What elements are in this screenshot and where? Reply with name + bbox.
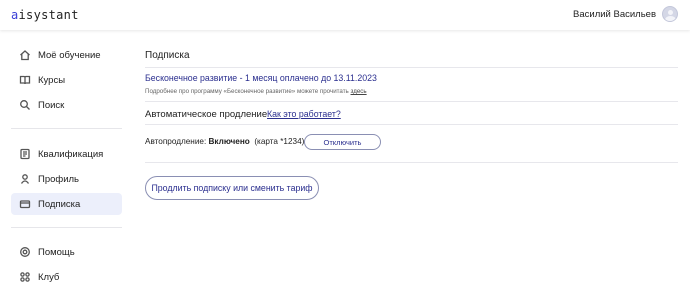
book-icon <box>19 74 31 86</box>
top-bar: aisystant Василий Васильев <box>0 0 690 30</box>
extend-subscription-button[interactable]: Продлить подписку или сменить тариф <box>145 176 319 200</box>
person-icon <box>19 173 31 185</box>
sidebar-divider <box>11 227 122 228</box>
auto-renew-title: Автоматическое продление <box>145 109 268 120</box>
plan-description: Подробнее про программу «Бесконечное раз… <box>145 88 367 95</box>
help-icon <box>19 246 31 258</box>
sidebar-item-help[interactable]: Помощь <box>11 241 122 263</box>
sidebar-item-club[interactable]: Клуб <box>11 266 122 288</box>
search-icon <box>19 99 31 111</box>
divider <box>145 101 678 102</box>
divider <box>145 67 678 68</box>
certificate-icon <box>19 148 31 160</box>
how-it-works-link[interactable]: Как это работает? <box>267 109 341 119</box>
sidebar-item-label: Подписка <box>38 198 81 210</box>
disable-auto-renew-button[interactable]: Отключить <box>304 134 381 150</box>
sidebar-item-subscription[interactable]: Подписка <box>11 193 122 215</box>
user-menu[interactable]: Василий Васильев <box>573 6 678 22</box>
sidebar-item-my-learning[interactable]: Моё обучение <box>11 44 122 66</box>
logo[interactable]: aisystant <box>11 8 79 22</box>
sidebar-item-label: Квалификация <box>38 148 104 160</box>
sidebar-item-label: Профиль <box>38 173 80 185</box>
sidebar-item-label: Поиск <box>38 99 65 111</box>
page-title: Подписка <box>145 50 190 61</box>
plan-details-link[interactable]: здесь <box>351 88 367 95</box>
avatar[interactable] <box>662 6 678 22</box>
sidebar-item-search[interactable]: Поиск <box>11 94 122 116</box>
auto-renew-value: Включено <box>208 137 250 146</box>
user-name: Василий Васильев <box>573 8 656 20</box>
sidebar-item-label: Клуб <box>38 271 60 283</box>
club-icon <box>19 271 31 283</box>
sidebar-item-courses[interactable]: Курсы <box>11 69 122 91</box>
auto-renew-status: Автопродление: Включено (карта *1234) <box>145 137 305 146</box>
sidebar-item-label: Моё обучение <box>38 49 101 61</box>
home-icon <box>19 49 31 61</box>
sidebar-item-label: Помощь <box>38 246 75 258</box>
sidebar-item-profile[interactable]: Профиль <box>11 168 122 190</box>
sidebar-item-qualification[interactable]: Квалификация <box>11 143 122 165</box>
card-icon <box>19 198 31 210</box>
sidebar-divider <box>11 128 122 129</box>
divider <box>145 162 678 163</box>
card-info: (карта *1234) <box>254 137 305 146</box>
sidebar: Моё обучение Курсы Поиск Квалификация Пр… <box>11 30 122 307</box>
divider <box>145 124 678 125</box>
sidebar-item-label: Курсы <box>38 74 66 86</box>
plan-title: Бесконечное развитие - 1 месяц оплачено … <box>145 73 377 83</box>
